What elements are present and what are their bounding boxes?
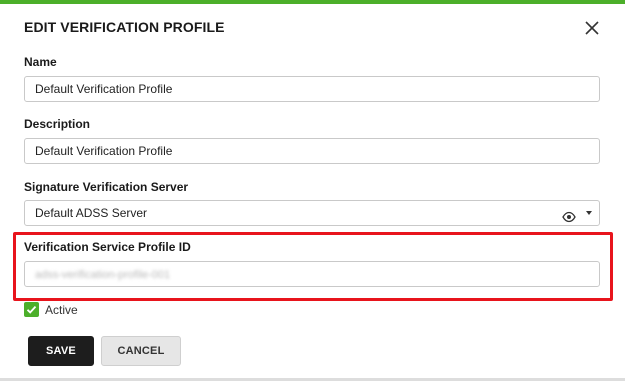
dialog-title: EDIT VERIFICATION PROFILE (24, 19, 225, 35)
active-label: Active (45, 303, 78, 317)
caret-down-icon[interactable] (586, 211, 592, 215)
dialog-accent-bar (0, 0, 625, 4)
name-label: Name (24, 55, 57, 69)
server-select-value: Default ADSS Server (35, 206, 148, 220)
server-label: Signature Verification Server (24, 180, 189, 194)
save-button[interactable]: SAVE (28, 336, 94, 366)
server-select[interactable]: Default ADSS Server (24, 200, 600, 226)
cancel-button[interactable]: CANCEL (101, 336, 181, 366)
service-profile-field[interactable]: adss-verification-profile-001 (24, 261, 600, 287)
close-icon[interactable] (583, 19, 601, 37)
service-profile-label: Verification Service Profile ID (24, 240, 191, 254)
active-checkbox[interactable] (24, 302, 39, 317)
eye-icon[interactable] (562, 207, 576, 223)
description-field[interactable] (24, 138, 600, 164)
description-label: Description (24, 117, 91, 131)
service-profile-value: adss-verification-profile-001 (35, 269, 171, 281)
name-field[interactable] (24, 76, 600, 102)
